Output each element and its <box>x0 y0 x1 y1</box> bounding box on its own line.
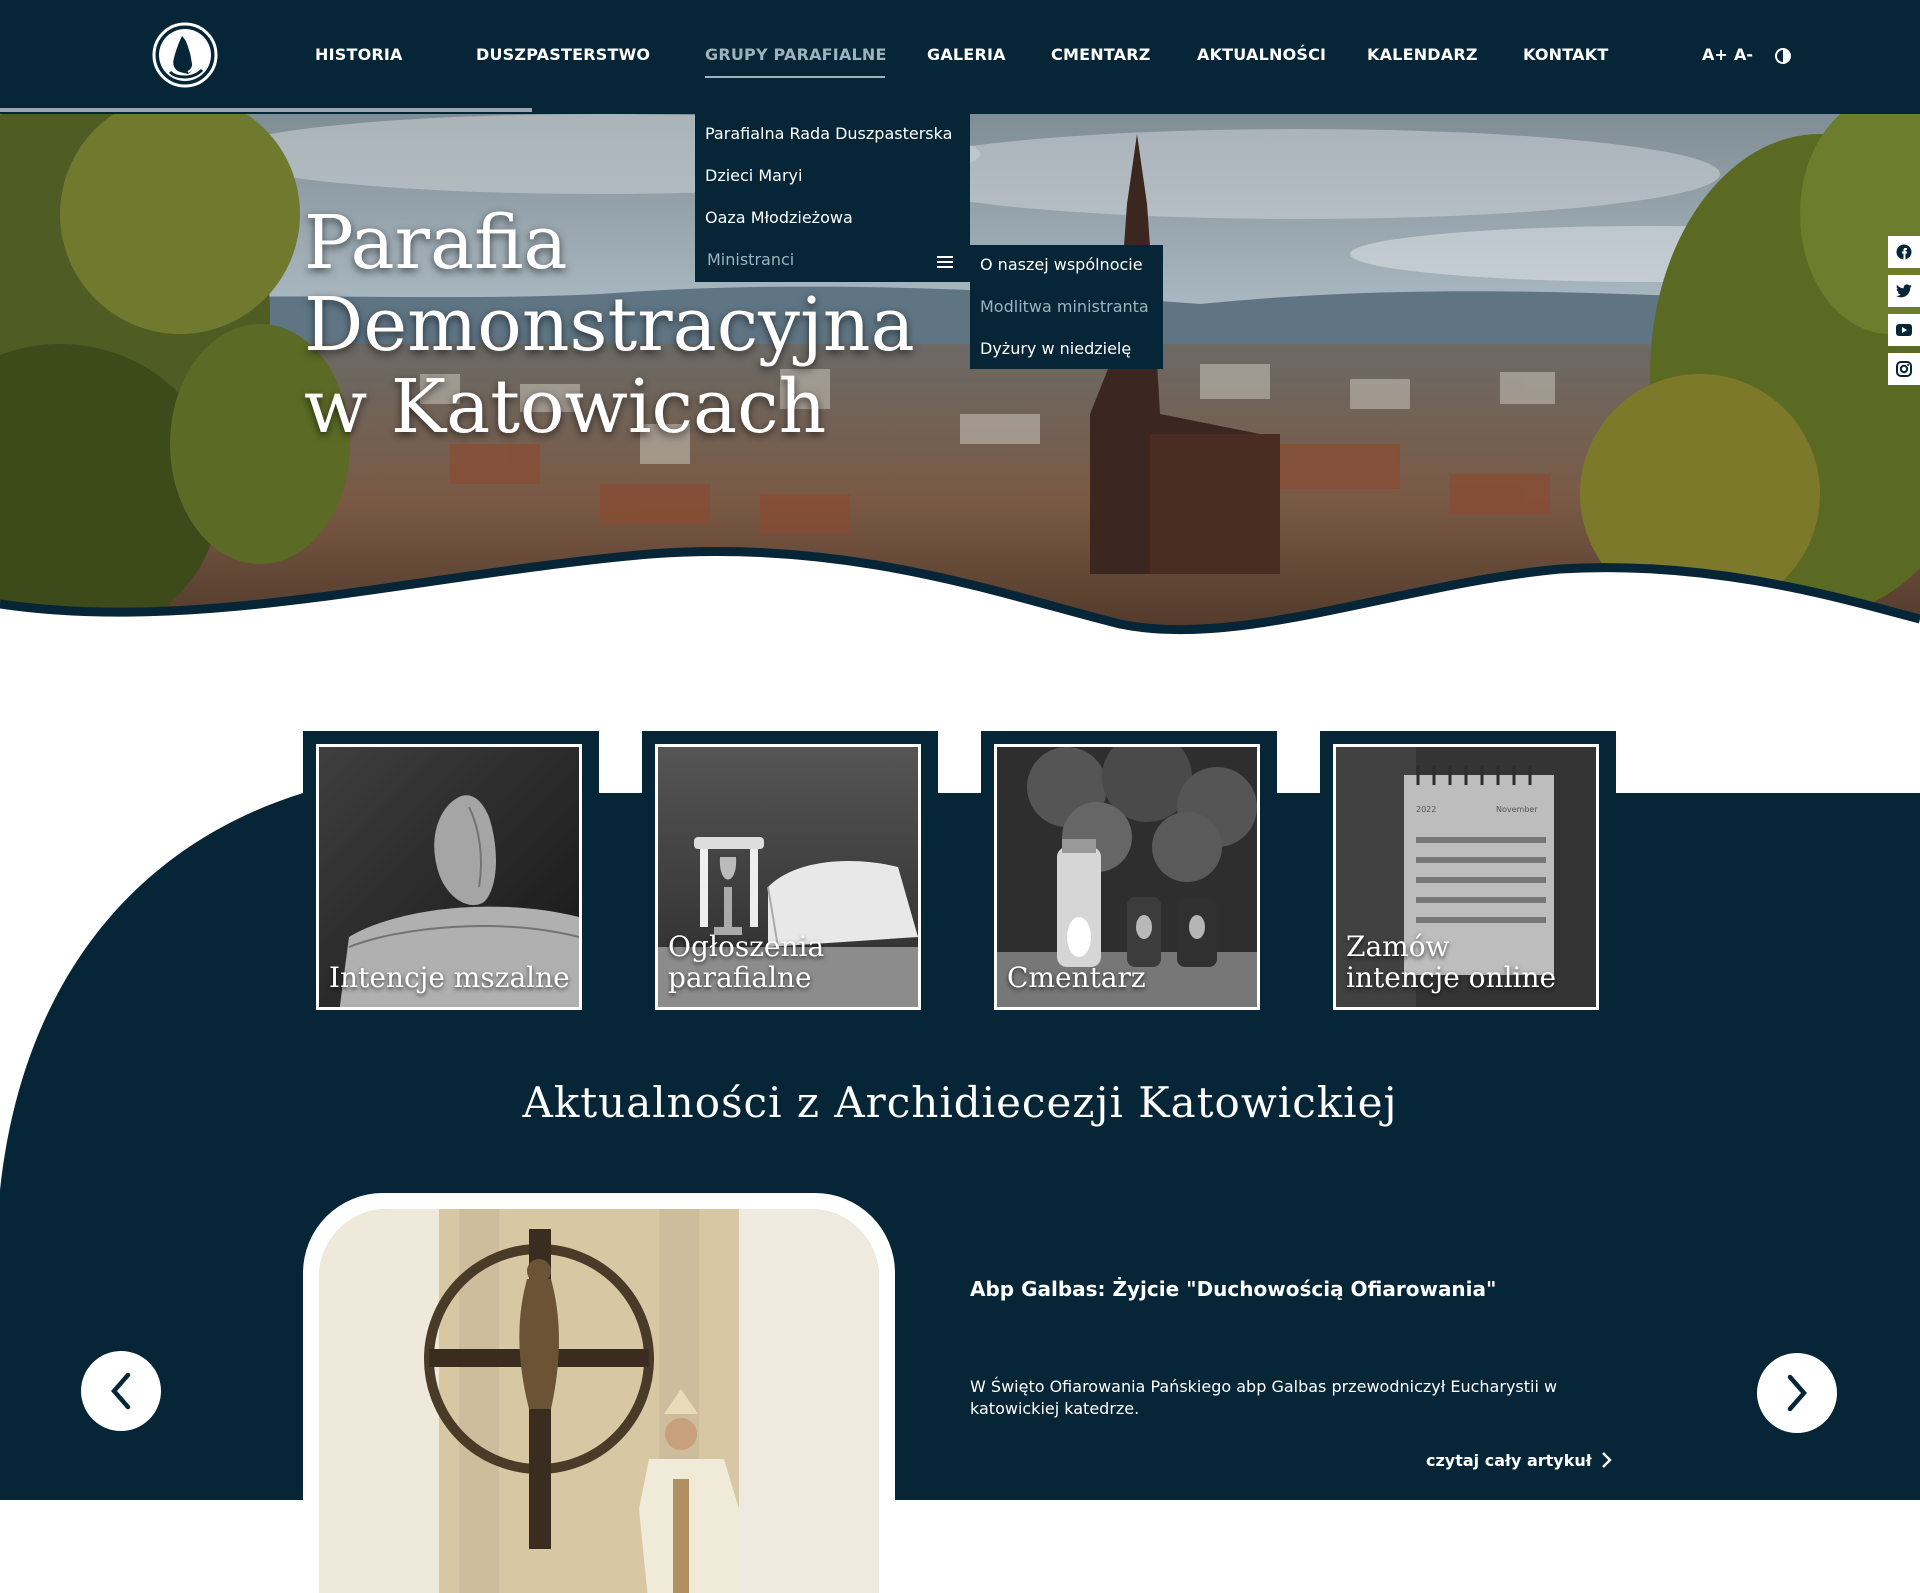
tile-label: Zamów intencje online <box>1346 931 1556 993</box>
calendar-month-label: November <box>1496 805 1538 814</box>
grupy-dropdown-menu: Parafialna Rada Duszpasterska Dzieci Mar… <box>695 114 970 282</box>
tile-label-line: Cmentarz <box>1007 961 1146 994</box>
tile-label: Ogłoszenia parafialne <box>668 931 824 993</box>
nav-grupy-parafialne[interactable]: GRUPY PARAFIALNE <box>705 45 887 64</box>
tile-label-line: Intencje mszalne <box>329 961 570 994</box>
news-article-title[interactable]: Abp Galbas: Żyjcie "Duchowością Ofiarowa… <box>970 1277 1496 1301</box>
nav-duszpasterstwo[interactable]: DUSZPASTERSTWO <box>476 45 650 64</box>
contrast-icon[interactable] <box>1775 48 1791 64</box>
tile-label-line: parafialne <box>668 961 812 994</box>
tile-label-line: Zamów <box>1346 930 1450 963</box>
read-more-link[interactable]: czytaj cały artykuł <box>1426 1451 1592 1470</box>
tile-label: Cmentarz <box>1007 962 1146 993</box>
praying-hands-logo[interactable] <box>152 22 218 88</box>
nav-kalendarz[interactable]: KALENDARZ <box>1367 45 1478 64</box>
chevron-right-icon <box>1787 1374 1807 1412</box>
chevron-right-icon[interactable] <box>1600 1450 1614 1470</box>
nav-historia[interactable]: HISTORIA <box>315 45 403 64</box>
dropdown-item-rada[interactable]: Parafialna Rada Duszpasterska <box>705 124 952 143</box>
tile-label-line: intencje online <box>1346 961 1557 994</box>
news-article-excerpt: W Święto Ofiarowania Pańskiego abp Galba… <box>970 1377 1558 1418</box>
tile-intencje-mszalne[interactable]: Intencje mszalne <box>303 731 599 1025</box>
twitter-icon[interactable] <box>1888 275 1920 307</box>
facebook-icon[interactable] <box>1888 236 1920 268</box>
nav-kontakt[interactable]: KONTAKT <box>1523 45 1608 64</box>
nav-galeria[interactable]: GALERIA <box>927 45 1006 64</box>
instagram-icon[interactable] <box>1888 353 1920 385</box>
carousel-prev-button[interactable] <box>81 1351 161 1431</box>
scroll-progress-bar <box>0 108 532 112</box>
carousel-next-button[interactable] <box>1757 1353 1837 1433</box>
submenu-hamburger-icon[interactable] <box>937 256 953 268</box>
news-section-title: Aktualności z Archidiecezji Katowickiej <box>522 1078 1398 1127</box>
site-header: HISTORIA DUSZPASTERSTWO GRUPY PARAFIALNE… <box>0 0 1920 114</box>
tile-label: Intencje mszalne <box>329 962 570 993</box>
youtube-icon[interactable] <box>1888 314 1920 346</box>
tile-label-line: Ogłoszenia <box>668 930 825 963</box>
tile-zamow-intencje[interactable]: 2022 November Zamów intencje online <box>1320 731 1616 1025</box>
tile-cmentarz[interactable]: Cmentarz <box>981 731 1277 1025</box>
dropdown-item-dzieci-maryi[interactable]: Dzieci Maryi <box>705 166 802 185</box>
tile-ogloszenia-parafialne[interactable]: Ogłoszenia parafialne <box>642 731 938 1025</box>
chevron-left-icon <box>111 1372 131 1410</box>
dropdown-item-oaza[interactable]: Oaza Młodzieżowa <box>705 208 853 227</box>
submenu-item-modlitwa[interactable]: Modlitwa ministranta <box>980 297 1149 316</box>
nav-active-underline <box>705 76 885 78</box>
calendar-year-label: 2022 <box>1416 805 1437 814</box>
social-links <box>1888 236 1920 392</box>
cathedral-crucifix-photo <box>319 1209 879 1593</box>
submenu-item-dyzury[interactable]: Dyżury w niedzielę <box>980 339 1131 358</box>
dropdown-item-ministranci[interactable]: Ministranci <box>707 250 794 269</box>
news-image-frame[interactable] <box>303 1193 895 1593</box>
nav-aktualnosci[interactable]: AKTUALNOŚCI <box>1197 45 1326 64</box>
font-increase-button[interactable]: A+ <box>1702 45 1728 64</box>
nav-cmentarz[interactable]: CMENTARZ <box>1051 45 1151 64</box>
ministranci-submenu: O naszej wspólnocie Modlitwa ministranta… <box>970 245 1163 369</box>
font-decrease-button[interactable]: A- <box>1734 45 1753 64</box>
submenu-item-wspolnota[interactable]: O naszej wspólnocie <box>980 255 1143 274</box>
